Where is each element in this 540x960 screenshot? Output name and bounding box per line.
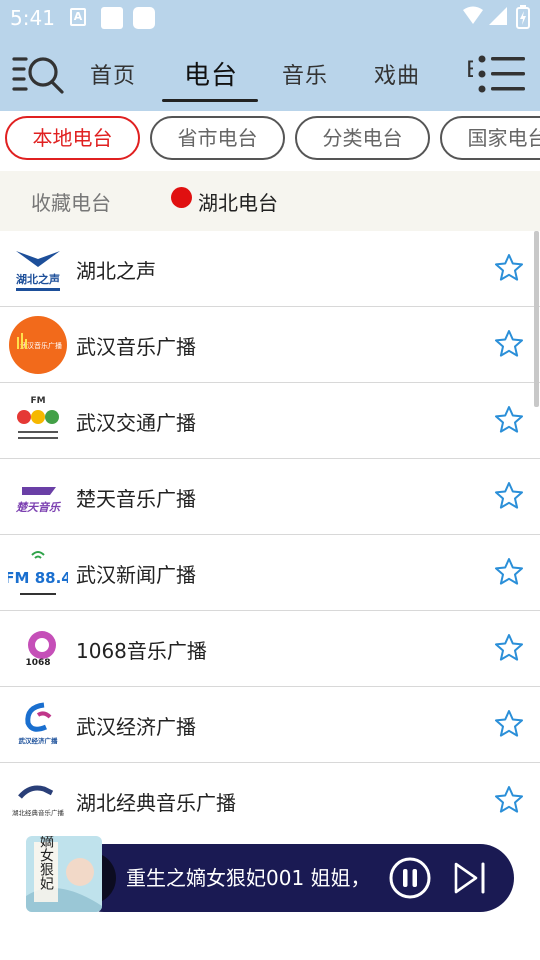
status-time: 5:41 (10, 6, 55, 30)
main-tabs: 首页 电台 音乐 戏曲 E (78, 48, 473, 104)
next-track-button[interactable] (452, 860, 488, 896)
subtab-favorites[interactable]: 收藏电台 (31, 187, 111, 216)
station-name: 武汉交通广播 (76, 411, 196, 435)
favorite-star-icon[interactable] (494, 253, 524, 283)
list-item[interactable]: FM 武汉交通广播 (0, 383, 540, 459)
favorite-star-icon[interactable] (494, 785, 524, 815)
list-item[interactable]: 1068 1068音乐广播 (0, 611, 540, 687)
station-logo-wuhan-traffic: FM (17, 396, 59, 439)
station-name: 武汉经济广播 (76, 715, 196, 739)
tab-radio[interactable]: 电台 (184, 55, 238, 92)
svg-text:FM 88.4: FM 88.4 (8, 569, 68, 587)
station-name: 1068音乐广播 (76, 639, 207, 663)
sub-tabs: 收藏电台 湖北电台 (0, 171, 540, 231)
pause-button[interactable] (388, 856, 432, 900)
station-name: 楚天音乐广播 (76, 487, 196, 511)
list-item[interactable]: 楚天音乐 楚天音乐广播 (0, 459, 540, 535)
svg-text:嫡女狠妃: 嫡女狠妃 (38, 836, 54, 891)
mini-player[interactable]: 重生之嫡女狠妃001 姐姐， (70, 844, 514, 912)
now-playing-title: 重生之嫡女狠妃001 姐姐， (126, 866, 371, 890)
svg-text:FM: FM (30, 396, 45, 406)
list-scrollbar[interactable] (534, 231, 539, 407)
radio-category-chips: 本地电台 省市电台 分类电台 国家电台 (0, 111, 540, 171)
station-name: 湖北之声 (76, 259, 156, 283)
station-logo-1068-music: 1068 (25, 631, 56, 668)
station-logo-wuhan-economy: 武汉经济广播 (19, 702, 59, 745)
favorite-star-icon[interactable] (494, 405, 524, 435)
svg-text:楚天音乐: 楚天音乐 (15, 501, 62, 514)
list-item[interactable]: 湖北经典音乐广播 湖北经典音乐广播 (0, 763, 540, 831)
station-logo-wuhan-music: 武汉音乐广播 (9, 316, 67, 374)
album-cover[interactable]: 嫡女狠妃 (26, 836, 102, 912)
app-header: 5:41 A 首页 电台 音乐 戏曲 E (0, 0, 540, 111)
active-tab-indicator (162, 99, 258, 102)
wifi-icon (463, 6, 483, 24)
menu-search-button[interactable] (12, 53, 66, 95)
station-logo-hubei-classic: 湖北经典音乐广播 (12, 785, 65, 817)
chip-province-radio[interactable]: 省市电台 (150, 116, 285, 160)
tab-home[interactable]: 首页 (90, 58, 136, 90)
tab-opera[interactable]: 戏曲 (374, 58, 420, 90)
category-list-button[interactable] (478, 55, 526, 93)
accessibility-icon: A (70, 8, 86, 26)
svg-text:1068: 1068 (25, 658, 50, 668)
station-name: 武汉音乐广播 (76, 335, 196, 359)
battery-icon (516, 5, 530, 29)
list-item[interactable]: FM 88.4 武汉新闻广播 (0, 535, 540, 611)
station-name: 武汉新闻广播 (76, 563, 196, 587)
status-bar: 5:41 A (0, 0, 540, 38)
list-item[interactable]: 武汉音乐广播 武汉音乐广播 (0, 307, 540, 383)
svg-text:湖北经典音乐广播: 湖北经典音乐广播 (12, 808, 65, 817)
favorite-star-icon[interactable] (494, 709, 524, 739)
chip-local-radio[interactable]: 本地电台 (5, 116, 140, 160)
tab-partial[interactable]: E (466, 58, 473, 83)
station-list: 湖北之声 湖北之声 武汉音乐广播 武汉音乐广播 FM 武汉交通广播 楚天音乐 楚… (0, 231, 540, 831)
list-item[interactable]: 湖北之声 湖北之声 (0, 231, 540, 307)
chip-national-radio[interactable]: 国家电台 (440, 116, 540, 160)
favorite-star-icon[interactable] (494, 329, 524, 359)
svg-text:湖北之声: 湖北之声 (16, 272, 60, 286)
svg-text:武汉经济广播: 武汉经济广播 (19, 736, 59, 745)
tab-music[interactable]: 音乐 (282, 58, 328, 90)
favorite-star-icon[interactable] (494, 481, 524, 511)
notification-icon (101, 7, 123, 29)
favorite-star-icon[interactable] (494, 557, 524, 587)
station-name: 湖北经典音乐广播 (76, 791, 236, 815)
signal-icon (489, 7, 507, 25)
active-dot-indicator (171, 187, 192, 208)
list-item[interactable]: 武汉经济广播 武汉经济广播 (0, 687, 540, 763)
favorite-star-icon[interactable] (494, 633, 524, 663)
subtab-hubei[interactable]: 湖北电台 (198, 187, 278, 216)
notification-icon-2 (133, 7, 155, 29)
station-logo-wuhan-news: FM 88.4 (8, 551, 68, 595)
station-logo-hubei-voice: 湖北之声 (16, 251, 60, 291)
chip-category-radio[interactable]: 分类电台 (295, 116, 430, 160)
station-logo-chutian-music: 楚天音乐 (15, 487, 62, 514)
